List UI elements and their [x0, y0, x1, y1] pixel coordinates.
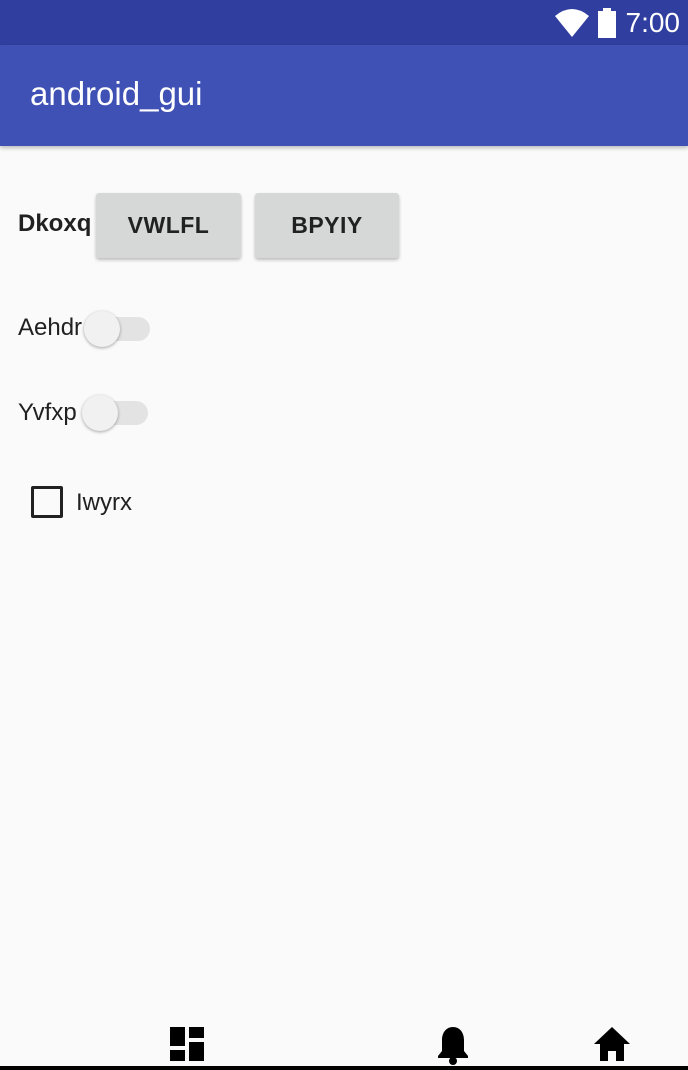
wifi-icon — [554, 8, 589, 37]
bottom-nav — [0, 1020, 688, 1070]
aehdr-switch-thumb[interactable] — [84, 311, 120, 347]
app-title: android_gui — [30, 75, 203, 112]
row-label-dkoxq: Dkoxq — [18, 210, 92, 237]
checkbox-label-iwyrx: Iwyrx — [76, 489, 132, 516]
dashboard-icon[interactable] — [170, 1027, 204, 1061]
nav-divider — [0, 1066, 688, 1070]
bpyiy-button[interactable]: BPYIY — [255, 193, 399, 258]
yvfxp-switch-thumb[interactable] — [82, 395, 118, 431]
battery-icon — [597, 7, 616, 38]
switch-label-aehdr: Aehdr — [18, 314, 83, 341]
home-icon[interactable] — [593, 1026, 631, 1062]
status-time: 7:00 — [625, 6, 681, 38]
iwyrx-checkbox[interactable] — [31, 486, 63, 518]
vwlfl-button[interactable]: VWLFL — [96, 193, 241, 258]
status-bar: 7:00 — [0, 0, 688, 45]
app-bar: android_gui — [0, 45, 688, 146]
switch-label-yvfxp: Yvfxp — [18, 399, 77, 426]
bell-icon[interactable] — [435, 1025, 471, 1065]
